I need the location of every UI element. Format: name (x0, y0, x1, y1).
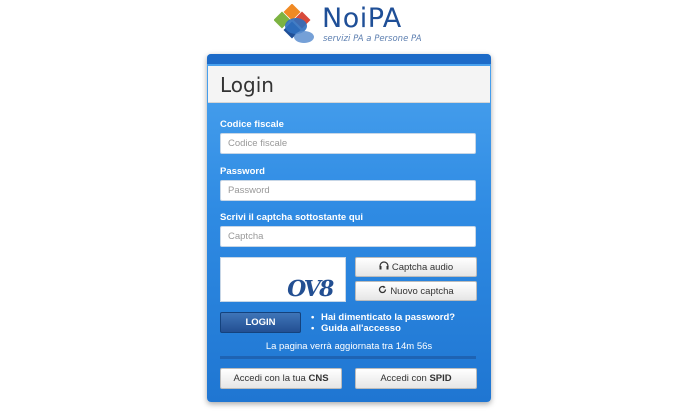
spid-button-bold: SPID (429, 373, 452, 384)
cns-button-prefix: Accedi con la tua (233, 373, 309, 384)
refresh-icon (378, 282, 387, 300)
help-links: • Hai dimenticato la password? • Guida all… (311, 312, 455, 334)
spid-button-prefix: Accedi con (380, 373, 430, 384)
captcha-image: OV8 (220, 257, 346, 302)
spid-login-button[interactable]: Accedi con SPID (355, 368, 477, 389)
refresh-countdown: La pagina verrà aggiornata tra 14m 56s (265, 341, 433, 352)
login-panel: Login Codice fiscale Password Scrivi il … (207, 54, 491, 402)
noipa-logo-mark (274, 4, 314, 43)
panel-top-bar (207, 54, 491, 64)
password-input[interactable] (220, 180, 476, 201)
forgot-password-link[interactable]: • Hai dimenticato la password? (311, 312, 455, 323)
logo-tagline: servizi PA a Persone PA (323, 34, 422, 44)
codice-fiscale-label: Codice fiscale (220, 119, 284, 130)
page-title: Login (220, 73, 274, 97)
captcha-image-text: OV8 (284, 276, 335, 302)
captcha-label: Scrivi il captcha sottostante qui (220, 212, 364, 223)
cns-button-bold: CNS (308, 373, 329, 384)
codice-fiscale-input[interactable] (220, 133, 476, 154)
divider (220, 356, 476, 359)
captcha-input[interactable] (220, 226, 476, 247)
captcha-audio-button[interactable]: Captcha audio (355, 257, 477, 277)
noipa-logo: NoiPA servizi PA a Persone PA (274, 4, 434, 48)
login-button[interactable]: LOGIN (220, 312, 301, 333)
password-label: Password (220, 166, 265, 177)
new-captcha-button[interactable]: Nuovo captcha (355, 281, 477, 301)
headphones-icon (379, 258, 389, 276)
logo-title: NoiPA (322, 3, 402, 34)
cns-login-button[interactable]: Accedi con la tua CNS (220, 368, 342, 389)
new-captcha-label: Nuovo captcha (390, 286, 454, 297)
access-guide-link[interactable]: • Guida all'accesso (311, 323, 455, 334)
panel-header: Login (208, 66, 490, 103)
captcha-audio-label: Captcha audio (391, 262, 454, 273)
